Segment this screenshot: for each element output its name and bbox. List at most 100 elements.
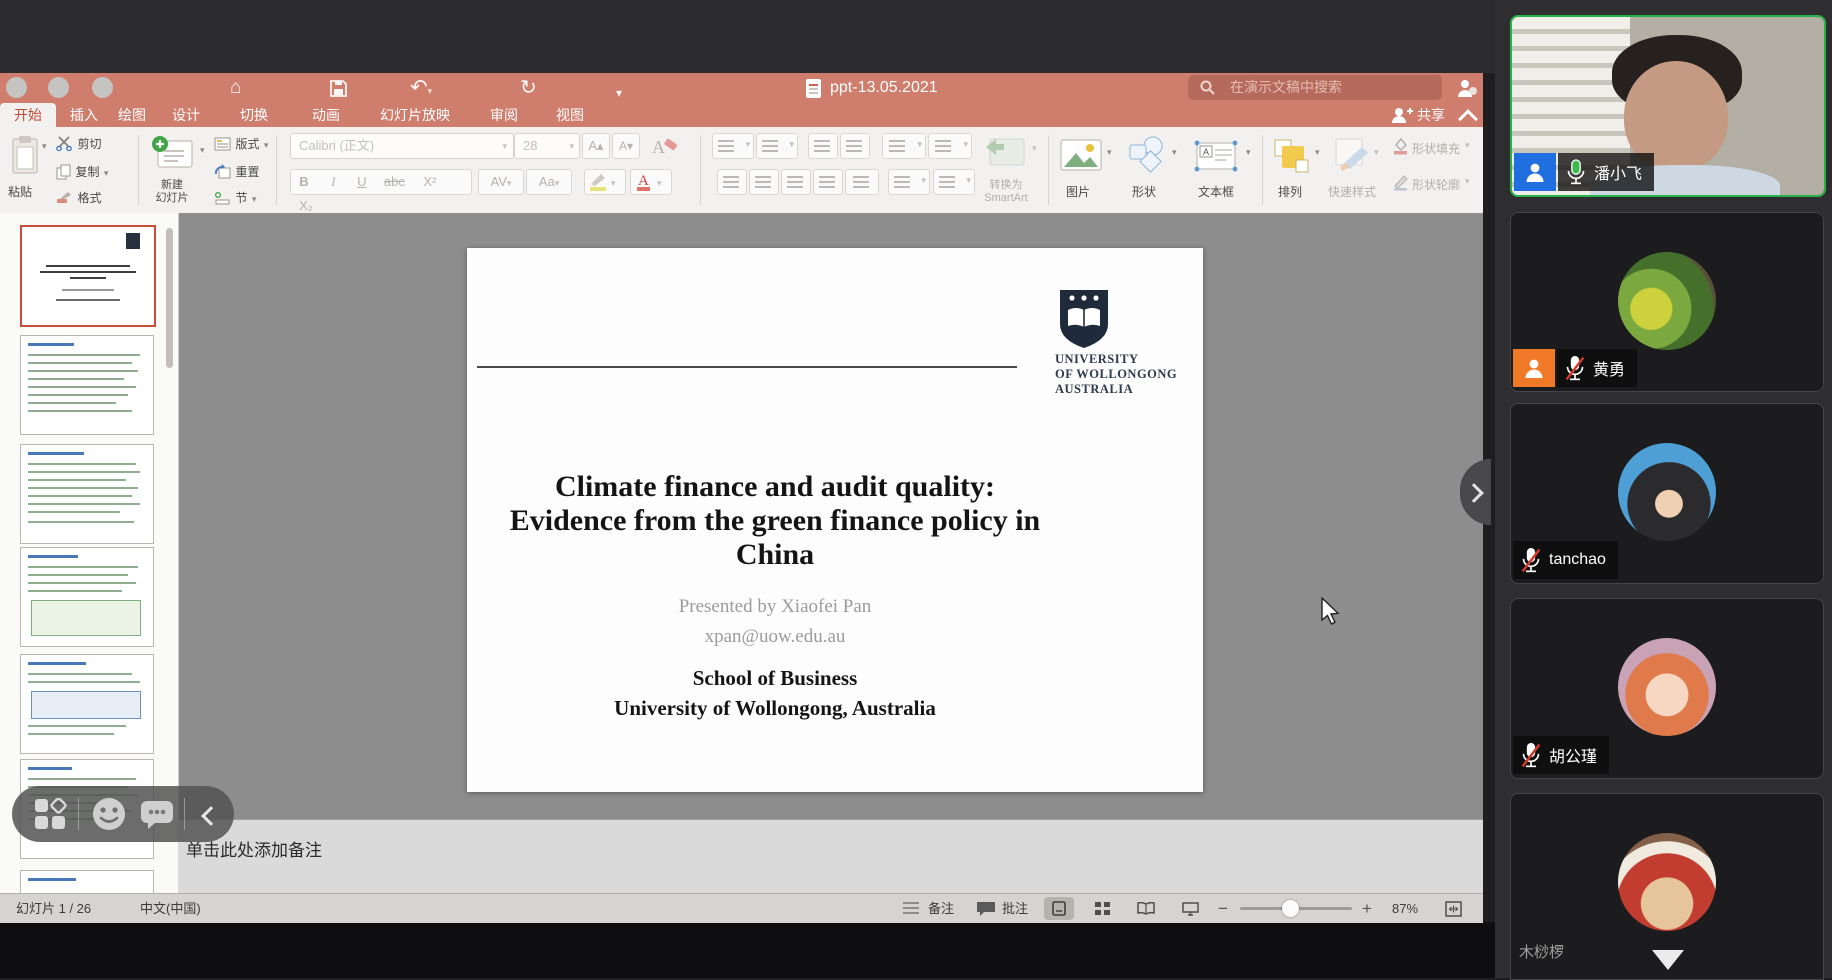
thumbnail-slide-7[interactable] bbox=[20, 870, 154, 893]
line-spacing-button[interactable]: ▾ bbox=[882, 133, 926, 159]
zoom-percent[interactable]: 87% bbox=[1392, 894, 1418, 923]
copy-dropdown-icon[interactable]: ▾ bbox=[104, 168, 109, 178]
scroll-down-arrow[interactable] bbox=[1652, 950, 1684, 970]
align-center-button[interactable] bbox=[749, 169, 779, 195]
fit-to-window-icon[interactable] bbox=[1445, 901, 1462, 917]
participant-tile-2[interactable]: 黄勇 bbox=[1510, 212, 1824, 392]
thumbnail-slide-5[interactable] bbox=[20, 654, 154, 754]
zoom-out-button[interactable]: − bbox=[1218, 894, 1228, 923]
zoom-in-button[interactable]: + bbox=[1362, 894, 1372, 923]
add-remove-columns-button[interactable] bbox=[845, 169, 879, 195]
participant-tile-4[interactable]: 胡公瑾 bbox=[1510, 598, 1824, 779]
reset-button[interactable]: 重置 bbox=[214, 163, 259, 181]
italic-button[interactable]: I bbox=[321, 170, 345, 194]
normal-view-button[interactable] bbox=[1044, 897, 1074, 920]
highlight-color-button[interactable]: ▾ bbox=[584, 169, 626, 195]
tab-view[interactable]: 视图 bbox=[556, 103, 584, 127]
bullets-button[interactable]: ▾ bbox=[712, 133, 754, 159]
format-painter-button[interactable]: 格式 bbox=[56, 189, 101, 207]
decrease-font-button[interactable]: A▾ bbox=[612, 133, 640, 159]
comments-icon[interactable] bbox=[976, 901, 996, 917]
tab-animations[interactable]: 动画 bbox=[312, 103, 340, 127]
tab-draw[interactable]: 绘图 bbox=[118, 103, 146, 127]
shape-fill-dropdown-icon[interactable]: ▾ bbox=[1465, 140, 1470, 151]
reading-view-button[interactable] bbox=[1131, 897, 1161, 920]
slide[interactable]: UNIVERSITY OF WOLLONGONG AUSTRALIA Clima… bbox=[467, 248, 1203, 792]
shapes-button[interactable] bbox=[1126, 135, 1168, 180]
slide-editor-canvas[interactable]: UNIVERSITY OF WOLLONGONG AUSTRALIA Clima… bbox=[178, 213, 1483, 893]
clear-formatting-button[interactable]: A bbox=[650, 133, 680, 164]
tab-transitions[interactable]: 切换 bbox=[240, 103, 268, 127]
align-right-button[interactable] bbox=[781, 169, 811, 195]
notes-toggle-icon[interactable] bbox=[903, 902, 919, 914]
bold-button[interactable]: B bbox=[291, 170, 317, 194]
textbox-dropdown-icon[interactable]: ▾ bbox=[1246, 147, 1251, 158]
home-icon[interactable]: ⌂ bbox=[230, 74, 241, 102]
tab-insert[interactable]: 插入 bbox=[70, 103, 98, 127]
window-zoom-button[interactable] bbox=[92, 77, 113, 98]
char-spacing-button[interactable]: AV▾ bbox=[478, 169, 524, 195]
apps-icon[interactable] bbox=[34, 798, 68, 830]
thumbnail-slide-3[interactable] bbox=[20, 444, 154, 544]
smartart-dropdown-icon[interactable]: ▾ bbox=[1032, 143, 1037, 154]
redo-button[interactable]: ↻ bbox=[520, 74, 537, 102]
emoji-icon[interactable] bbox=[92, 797, 126, 831]
numbering-button[interactable]: ▾ bbox=[756, 133, 798, 159]
account-icon[interactable] bbox=[1456, 78, 1478, 98]
search-box[interactable]: 在演示文稿中搜索 bbox=[1188, 75, 1442, 100]
copy-button[interactable]: 复制 ▾ bbox=[56, 163, 108, 181]
participant-tile-1[interactable]: 潘小飞 bbox=[1510, 15, 1826, 197]
quick-styles-button[interactable] bbox=[1332, 137, 1372, 178]
layout-button[interactable]: 版式 ▾ bbox=[214, 135, 268, 153]
notes-toggle-label[interactable]: 备注 bbox=[928, 894, 954, 923]
new-slide-dropdown-icon[interactable]: ▾ bbox=[200, 145, 205, 156]
font-size-combo[interactable]: 28▾ bbox=[514, 133, 580, 159]
text-direction-button[interactable]: ▾ bbox=[888, 169, 930, 195]
textbox-button[interactable]: A bbox=[1192, 137, 1240, 180]
section-dropdown-icon[interactable]: ▾ bbox=[252, 194, 257, 204]
justify-button[interactable] bbox=[813, 169, 843, 195]
notes-pane[interactable]: 单击此处添加备注 bbox=[178, 819, 1483, 893]
tab-slideshow[interactable]: 幻灯片放映 bbox=[380, 103, 450, 127]
paste-button[interactable] bbox=[10, 135, 44, 179]
tab-design[interactable]: 设计 bbox=[172, 103, 200, 127]
font-name-combo[interactable]: Calibri (正文)▾ bbox=[290, 133, 514, 159]
collapse-ribbon-icon[interactable] bbox=[1458, 109, 1478, 129]
arrange-dropdown-icon[interactable]: ▾ bbox=[1315, 147, 1320, 158]
underline-button[interactable]: U bbox=[350, 170, 374, 194]
layout-dropdown-icon[interactable]: ▾ bbox=[264, 140, 269, 150]
thumbnail-scrollbar[interactable] bbox=[166, 228, 173, 368]
zoom-slider-thumb[interactable] bbox=[1282, 900, 1299, 917]
save-icon[interactable] bbox=[330, 80, 347, 97]
share-button[interactable]: 共享 bbox=[1417, 103, 1445, 127]
slide-sorter-view-button[interactable] bbox=[1088, 897, 1118, 920]
font-style-buttons[interactable]: B I U abc X² X₂ bbox=[290, 169, 472, 195]
font-color-button[interactable]: A▾ bbox=[630, 169, 672, 195]
change-case-button[interactable]: Aa▾ bbox=[526, 169, 572, 195]
shapes-dropdown-icon[interactable]: ▾ bbox=[1172, 147, 1177, 158]
cut-button[interactable]: 剪切 bbox=[56, 135, 101, 153]
chat-icon[interactable] bbox=[140, 800, 174, 830]
tab-review[interactable]: 审阅 bbox=[490, 103, 518, 127]
participant-tile-3[interactable]: tanchao bbox=[1510, 403, 1824, 584]
window-close-button[interactable] bbox=[6, 77, 27, 98]
thumbnail-slide-2[interactable] bbox=[20, 335, 154, 435]
superscript-button[interactable]: X² bbox=[415, 170, 445, 194]
picture-dropdown-icon[interactable]: ▾ bbox=[1107, 147, 1112, 158]
increase-font-button[interactable]: A▴ bbox=[582, 133, 610, 159]
increase-indent-button[interactable] bbox=[840, 133, 870, 159]
decrease-indent-button[interactable] bbox=[808, 133, 838, 159]
thumbnail-slide-4[interactable] bbox=[20, 547, 154, 647]
quick-styles-dropdown-icon[interactable]: ▾ bbox=[1374, 147, 1379, 158]
arrange-button[interactable] bbox=[1272, 137, 1312, 178]
collapse-toolbar-icon[interactable] bbox=[201, 806, 221, 826]
tab-home[interactable]: 开始 bbox=[0, 103, 56, 127]
shape-fill-button[interactable] bbox=[1392, 137, 1410, 155]
window-minimize-button[interactable] bbox=[48, 77, 69, 98]
language-indicator[interactable]: 中文(中国) bbox=[140, 894, 201, 923]
convert-smartart-button[interactable] bbox=[984, 135, 1028, 174]
paste-dropdown-icon[interactable]: ▾ bbox=[42, 141, 47, 152]
align-text-button[interactable]: ▾ bbox=[933, 169, 975, 195]
undo-button[interactable]: ↶▾ bbox=[410, 74, 432, 105]
shape-outline-button[interactable] bbox=[1392, 173, 1410, 191]
